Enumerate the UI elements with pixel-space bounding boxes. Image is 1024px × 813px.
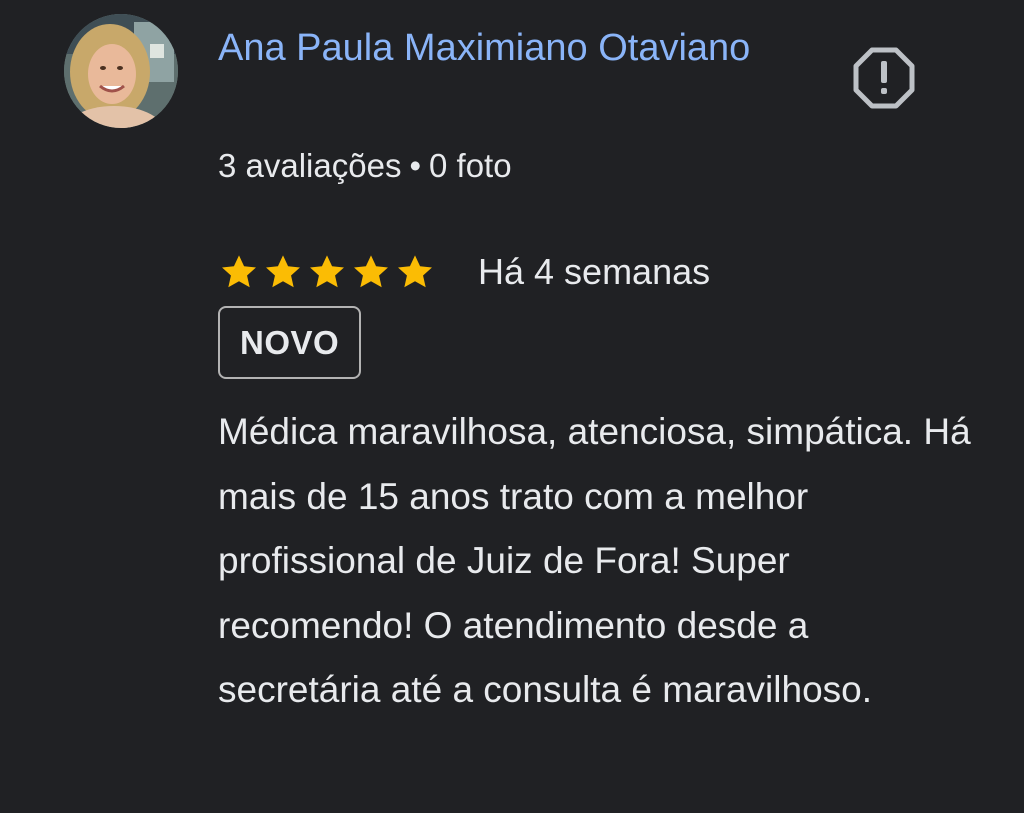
report-button[interactable] — [852, 46, 916, 110]
author-avatar[interactable] — [64, 14, 178, 128]
reviews-count: 3 avaliações — [218, 147, 402, 184]
report-icon — [853, 47, 915, 109]
star-rating — [218, 251, 436, 293]
rating-row: Há 4 semanas — [218, 246, 710, 298]
star-icon — [222, 255, 256, 288]
author-meta: 3 avaliações • 0 foto — [218, 142, 512, 190]
review-card: Ana Paula Maximiano Otaviano 3 avaliaçõe… — [0, 0, 1024, 813]
star-icon — [310, 255, 344, 288]
review-text: Médica maravilhosa, atenciosa, simpática… — [218, 411, 971, 710]
star-icon — [354, 255, 388, 288]
star-icon — [398, 255, 432, 288]
review-date: Há 4 semanas — [478, 251, 711, 292]
star-icon — [266, 255, 300, 288]
new-badge: NOVO — [218, 306, 362, 379]
photos-count: 0 foto — [429, 147, 512, 184]
meta-separator: • — [409, 147, 422, 184]
author-name[interactable]: Ana Paula Maximiano Otaviano — [218, 16, 778, 80]
avatar-photo-icon — [64, 14, 178, 128]
